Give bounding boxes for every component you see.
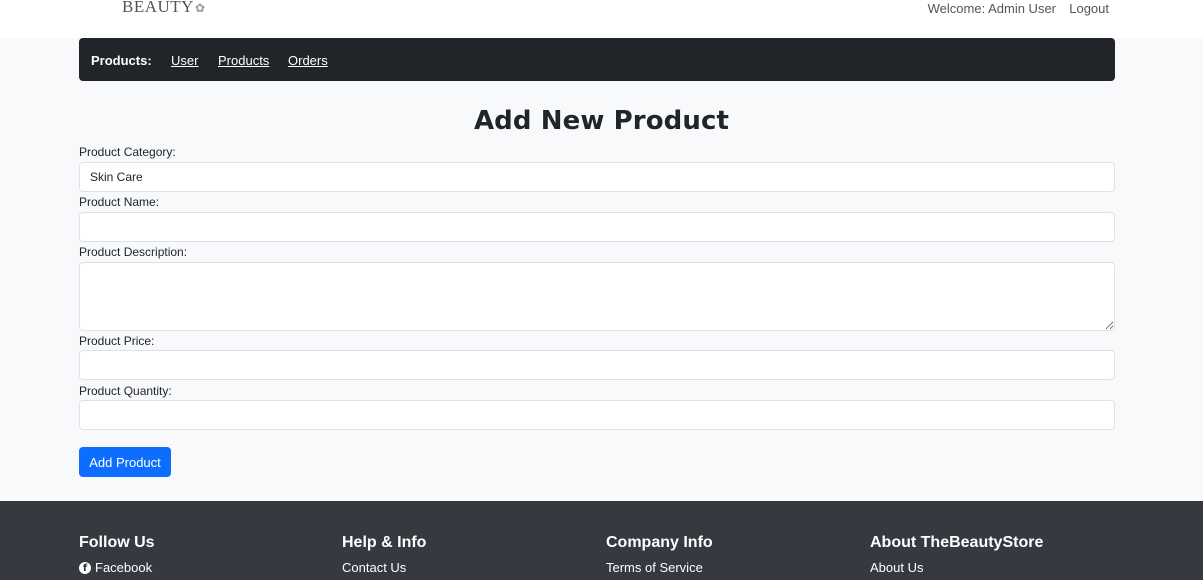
store-logo[interactable]: BEAUTY✿	[122, 0, 206, 17]
logo-text: BEAUTY	[122, 0, 194, 16]
nav-link-orders[interactable]: Orders	[288, 53, 328, 68]
product-description-textarea[interactable]	[79, 262, 1115, 331]
product-quantity-input[interactable]	[79, 400, 1115, 430]
facebook-link-label: Facebook	[95, 560, 153, 575]
category-selected-value: Skin Care	[90, 170, 143, 184]
admin-navbar: Products: User Products Orders	[79, 38, 1115, 81]
product-price-input[interactable]	[79, 350, 1115, 380]
footer-column-about: About TheBeautyStore About Us	[870, 534, 1043, 575]
about-us-link[interactable]: About Us	[870, 560, 1043, 575]
logout-link[interactable]: Logout	[1069, 1, 1109, 16]
facebook-link[interactable]: f Facebook	[79, 560, 155, 575]
nav-link-products[interactable]: Products	[218, 53, 269, 68]
welcome-text: Welcome: Admin User	[927, 1, 1056, 16]
product-name-input[interactable]	[79, 212, 1115, 242]
facebook-icon: f	[79, 561, 91, 574]
top-bar: BEAUTY✿ Welcome: Admin User Logout	[0, 0, 1203, 38]
category-select[interactable]: Skin Care	[79, 162, 1115, 192]
product-price-label: Product Price:	[79, 334, 155, 348]
footer-column-follow-us: Follow Us f Facebook	[79, 534, 155, 575]
footer-heading-about: About TheBeautyStore	[870, 534, 1044, 551]
site-footer: Follow Us f Facebook Help & Info Contact …	[0, 501, 1203, 580]
footer-heading-help-info: Help & Info	[342, 534, 427, 551]
category-label: Product Category:	[79, 145, 176, 159]
nav-link-user[interactable]: User	[171, 53, 198, 68]
product-name-label: Product Name:	[79, 195, 160, 209]
footer-heading-follow-us: Follow Us	[79, 534, 155, 551]
footer-column-company-info: Company Info Terms of Service	[606, 534, 713, 575]
rose-icon: ✿	[194, 1, 206, 15]
contact-us-link[interactable]: Contact Us	[342, 560, 426, 575]
footer-heading-company-info: Company Info	[606, 534, 713, 551]
add-product-button[interactable]: Add Product	[79, 447, 171, 477]
page-title: Add New Product	[473, 106, 730, 136]
footer-column-help-info: Help & Info Contact Us	[342, 534, 426, 575]
navbar-brand: Products:	[91, 53, 152, 68]
terms-of-service-link[interactable]: Terms of Service	[606, 560, 713, 575]
product-description-label: Product Description:	[79, 245, 188, 259]
product-quantity-label: Product Quantity:	[79, 384, 172, 398]
